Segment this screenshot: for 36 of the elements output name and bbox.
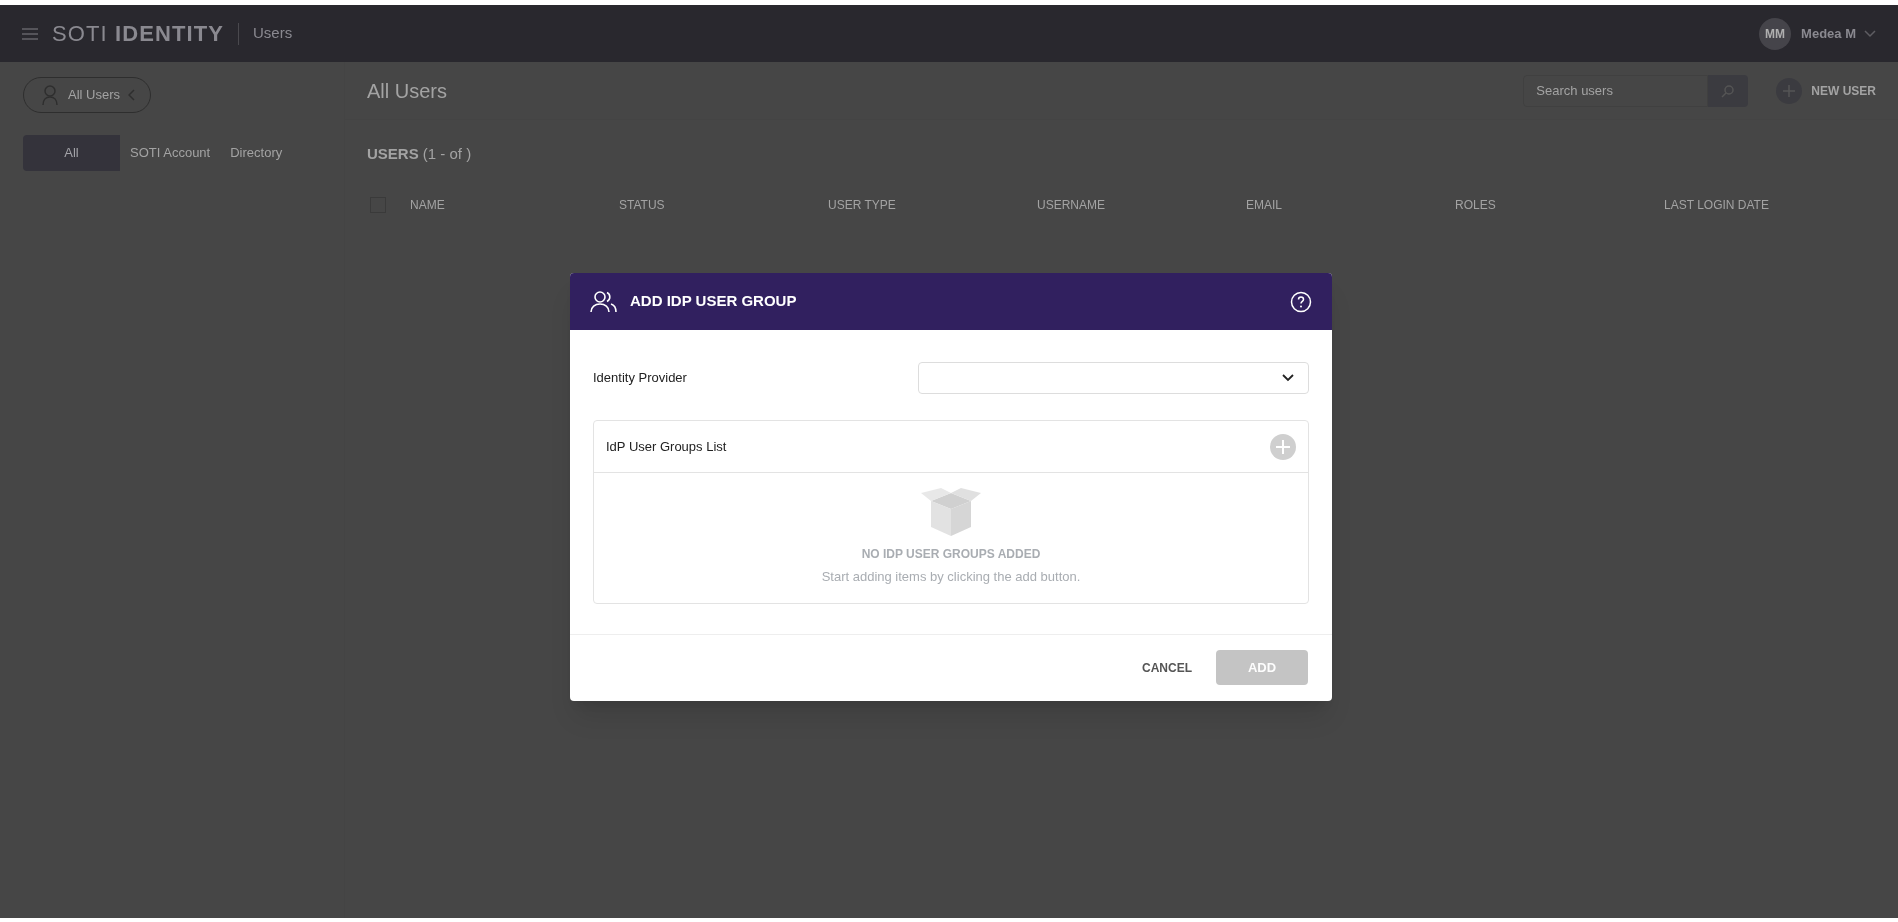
identity-provider-dropdown[interactable]: [918, 362, 1309, 394]
field-label: Identity Provider: [593, 369, 688, 388]
chevron-down-icon[interactable]: [1864, 29, 1876, 38]
add-icon[interactable]: [1270, 433, 1296, 460]
filter-tab[interactable]: All: [23, 135, 120, 171]
page-title: All Users: [367, 78, 447, 104]
search-field[interactable]: Search users: [1523, 74, 1709, 107]
cancel-button[interactable]: CANCEL: [1142, 658, 1192, 677]
column-header[interactable]: STATUS: [619, 196, 828, 214]
chevron-down-icon: [1282, 374, 1294, 382]
users-icon: [590, 289, 618, 314]
dialog-title: ADD IDP USER GROUP: [630, 291, 797, 312]
new-user-button[interactable]: NEW USER: [1811, 81, 1876, 100]
section-title: Users: [253, 23, 293, 44]
filter-tab[interactable]: Directory: [220, 135, 293, 171]
column-header[interactable]: EMAIL: [1246, 196, 1455, 214]
column-header[interactable]: NAME: [410, 196, 619, 214]
search-button[interactable]: [1708, 74, 1749, 107]
column-header[interactable]: LAST LOGIN DATE: [1664, 196, 1873, 214]
empty-text: Start adding items by clicking the add button.: [821, 568, 1081, 586]
menu-icon[interactable]: [22, 26, 38, 41]
empty-box-icon: [919, 487, 983, 537]
empty-title: NO IDP USER GROUPS ADDED: [861, 546, 1041, 563]
users-count-heading: USERS (1 - of ): [367, 145, 472, 162]
column-header[interactable]: ROLES: [1455, 196, 1664, 214]
user-name[interactable]: Medea M: [1801, 23, 1856, 44]
column-header[interactable]: USERNAME: [1037, 196, 1246, 214]
filter-tab[interactable]: SOTI Account: [120, 135, 221, 171]
chevron-left-icon: [128, 89, 136, 101]
brand-logo: SOTI IDENTITY: [52, 20, 224, 48]
help-icon[interactable]: [1290, 290, 1312, 313]
add-icon[interactable]: [1776, 77, 1803, 104]
user-avatar[interactable]: MM: [1759, 17, 1792, 50]
search-icon: [1721, 83, 1736, 98]
list-title: IdP User Groups List: [606, 437, 727, 456]
column-header[interactable]: USER TYPE: [828, 196, 1037, 214]
